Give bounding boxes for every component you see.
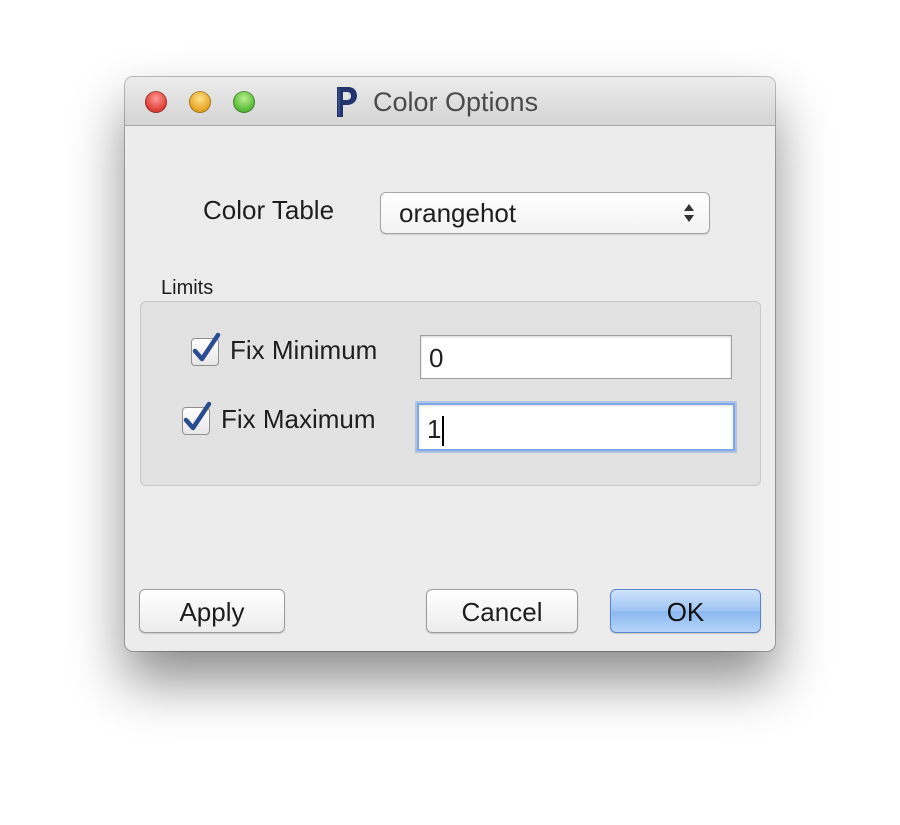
cancel-button[interactable]: Cancel [426,589,578,633]
window-title: Color Options [373,87,539,117]
apply-button[interactable]: Apply [139,589,285,633]
limits-group-label: Limits [161,277,214,299]
color-table-label: Color Table [203,195,335,225]
title-bar[interactable]: Color Options [125,77,775,126]
checkmark-icon [183,401,212,431]
close-window-button[interactable] [145,91,167,113]
color-table-selected-value: orangehot [399,198,517,228]
color-table-select[interactable]: orangehot [380,192,710,234]
fix-minimum-label[interactable]: Fix Minimum [230,335,377,366]
fix-maximum-label[interactable]: Fix Maximum [221,404,376,435]
limits-group-box [140,301,761,486]
up-down-arrows-icon [684,204,694,222]
minimize-window-button[interactable] [189,91,211,113]
color-options-dialog: Color Options Color Table orangehot Limi… [125,77,775,651]
p-logo-icon [337,87,357,117]
maximum-value-field[interactable]: 1 [417,403,735,451]
minimum-value-field[interactable]: 0 [420,335,732,379]
fix-maximum-checkbox[interactable] [182,401,212,435]
zoom-window-button[interactable] [233,91,255,113]
maximum-value-text: 1 [427,414,442,444]
ok-button[interactable]: OK [610,589,761,633]
fix-minimum-checkbox[interactable] [191,332,221,366]
checkmark-icon [192,332,221,362]
text-caret [442,416,445,447]
